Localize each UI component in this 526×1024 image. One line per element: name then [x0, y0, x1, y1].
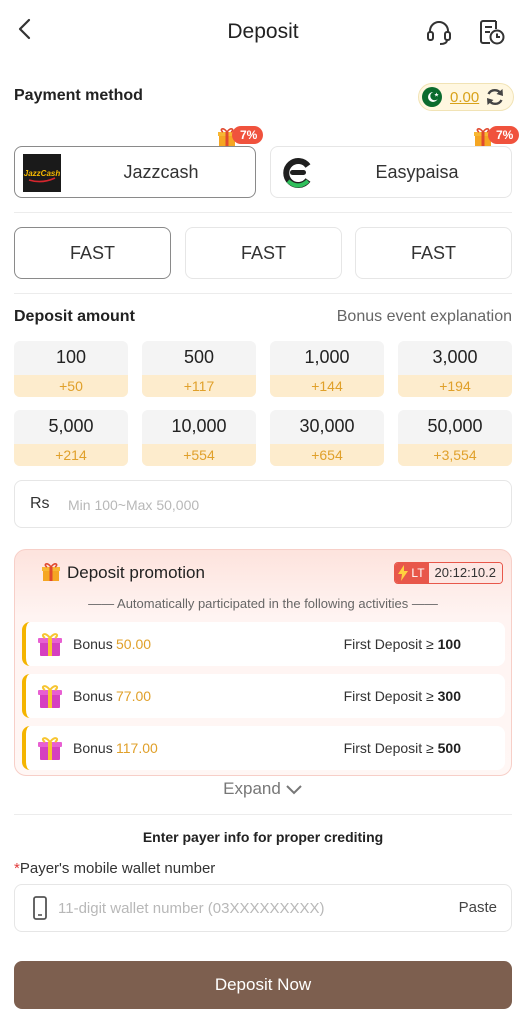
- amount-value: 3,000: [432, 347, 478, 367]
- currency-label: Rs: [30, 495, 50, 512]
- pakistan-flag-icon: [422, 87, 442, 107]
- payment-option-easypaisa[interactable]: Easypaisa: [270, 146, 512, 198]
- bonus-amount: 50.00: [116, 636, 152, 652]
- amount-input[interactable]: Rs Min 100~Max 50,000: [14, 480, 512, 528]
- bonus-amount: 117.00: [116, 740, 158, 756]
- payment-method-label: Payment method: [14, 87, 143, 104]
- amount-bonus: +654: [270, 444, 384, 466]
- history-icon[interactable]: [478, 18, 506, 46]
- promotion-row: Bonus 50.00 First Deposit ≥ 100: [22, 622, 505, 666]
- wallet-number-placeholder: 11-digit wallet number (03XXXXXXXXX): [58, 900, 325, 917]
- amount-value: 1,000: [304, 347, 350, 367]
- balance-value: 0.00: [450, 88, 480, 106]
- amount-value: 50,000: [427, 416, 483, 436]
- promotion-row: Bonus 117.00 First Deposit ≥ 500: [22, 726, 505, 770]
- gift-icon: [38, 633, 62, 656]
- amount-option[interactable]: 5,000 +214: [14, 410, 128, 466]
- bonus-label: Bonus: [73, 636, 113, 652]
- amount-option[interactable]: 10,000 +554: [142, 410, 256, 466]
- gift-icon: [38, 737, 62, 760]
- jazzcash-logo: JazzCash: [23, 154, 61, 192]
- deposit-now-button[interactable]: Deposit Now: [14, 961, 512, 1009]
- gift-icon: [38, 685, 62, 708]
- paste-button[interactable]: Paste: [459, 899, 497, 916]
- easypaisa-logo: [283, 158, 311, 188]
- bonus-explanation-link[interactable]: Bonus event explanation: [337, 308, 512, 326]
- countdown-badge: LT 20:12:10.2: [394, 562, 503, 584]
- divider: [14, 814, 512, 815]
- amount-bonus: +144: [270, 375, 384, 397]
- promotion-subtitle: —— Automatically participated in the fol…: [88, 596, 438, 611]
- amount-option[interactable]: 30,000 +654: [270, 410, 384, 466]
- amount-bonus: +194: [398, 375, 512, 397]
- wallet-number-input[interactable]: 11-digit wallet number (03XXXXXXXXX) Pas…: [14, 884, 512, 932]
- amount-bonus: +50: [14, 375, 128, 397]
- balance-pill: 0.00: [418, 83, 514, 111]
- amount-option[interactable]: 500 +117: [142, 341, 256, 397]
- header: Deposit: [0, 0, 526, 64]
- countdown-timer: 20:12:10.2: [428, 563, 502, 583]
- svg-text:JazzCash: JazzCash: [24, 169, 61, 178]
- divider: [14, 212, 512, 213]
- amount-placeholder: Min 100~Max 50,000: [68, 497, 200, 513]
- amount-option[interactable]: 1,000 +144: [270, 341, 384, 397]
- expand-label: Expand: [223, 779, 281, 798]
- amount-bonus: +117: [142, 375, 256, 397]
- bonus-condition: First Deposit ≥ 100: [343, 636, 461, 652]
- phone-icon: [33, 896, 47, 920]
- amount-value: 30,000: [299, 416, 355, 436]
- amount-value: 100: [55, 347, 87, 367]
- payer-info-note: Enter payer info for proper crediting: [142, 829, 384, 845]
- bonus-label: Bonus: [73, 688, 113, 704]
- bonus-condition: First Deposit ≥ 500: [343, 740, 461, 756]
- deposit-promotion-panel: Deposit promotion LT 20:12:10.2 —— Autom…: [14, 549, 512, 776]
- lightning-icon: [398, 565, 409, 581]
- bonus-amount: 77.00: [116, 688, 152, 704]
- payment-option-label: Jazzcash: [123, 162, 199, 182]
- deposit-amount-label: Deposit amount: [14, 308, 135, 325]
- amount-value: 10,000: [171, 416, 227, 436]
- refresh-icon[interactable]: [484, 86, 506, 108]
- divider: [14, 293, 512, 294]
- amount-value: 5,000: [48, 416, 94, 436]
- amount-option[interactable]: 3,000 +194: [398, 341, 512, 397]
- wallet-number-label: *Payer's mobile wallet number: [14, 860, 216, 877]
- payment-option-jazzcash[interactable]: JazzCash Jazzcash: [14, 146, 256, 198]
- channel-fast-2[interactable]: FAST: [185, 227, 342, 279]
- gift-icon: [42, 563, 60, 581]
- amount-option[interactable]: 100 +50: [14, 341, 128, 397]
- promotion-title: Deposit promotion: [67, 563, 205, 582]
- lt-label: LT: [411, 566, 425, 580]
- bonus-label: Bonus: [73, 740, 113, 756]
- promotion-row: Bonus 77.00 First Deposit ≥ 300: [22, 674, 505, 718]
- expand-button[interactable]: Expand: [0, 779, 526, 799]
- discount-badge-value: 7%: [232, 126, 264, 144]
- channel-fast-1[interactable]: FAST: [14, 227, 171, 279]
- bonus-condition: First Deposit ≥ 300: [343, 688, 461, 704]
- channel-fast-3[interactable]: FAST: [355, 227, 512, 279]
- payment-option-label: Easypaisa: [375, 162, 459, 182]
- amount-bonus: +3,554: [398, 444, 512, 466]
- amount-bonus: +554: [142, 444, 256, 466]
- amount-bonus: +214: [14, 444, 128, 466]
- discount-badge-value: 7%: [488, 126, 520, 144]
- chevron-down-icon: [286, 784, 302, 794]
- amount-option[interactable]: 50,000 +3,554: [398, 410, 512, 466]
- amount-value: 500: [183, 347, 215, 367]
- headset-icon[interactable]: [425, 18, 453, 46]
